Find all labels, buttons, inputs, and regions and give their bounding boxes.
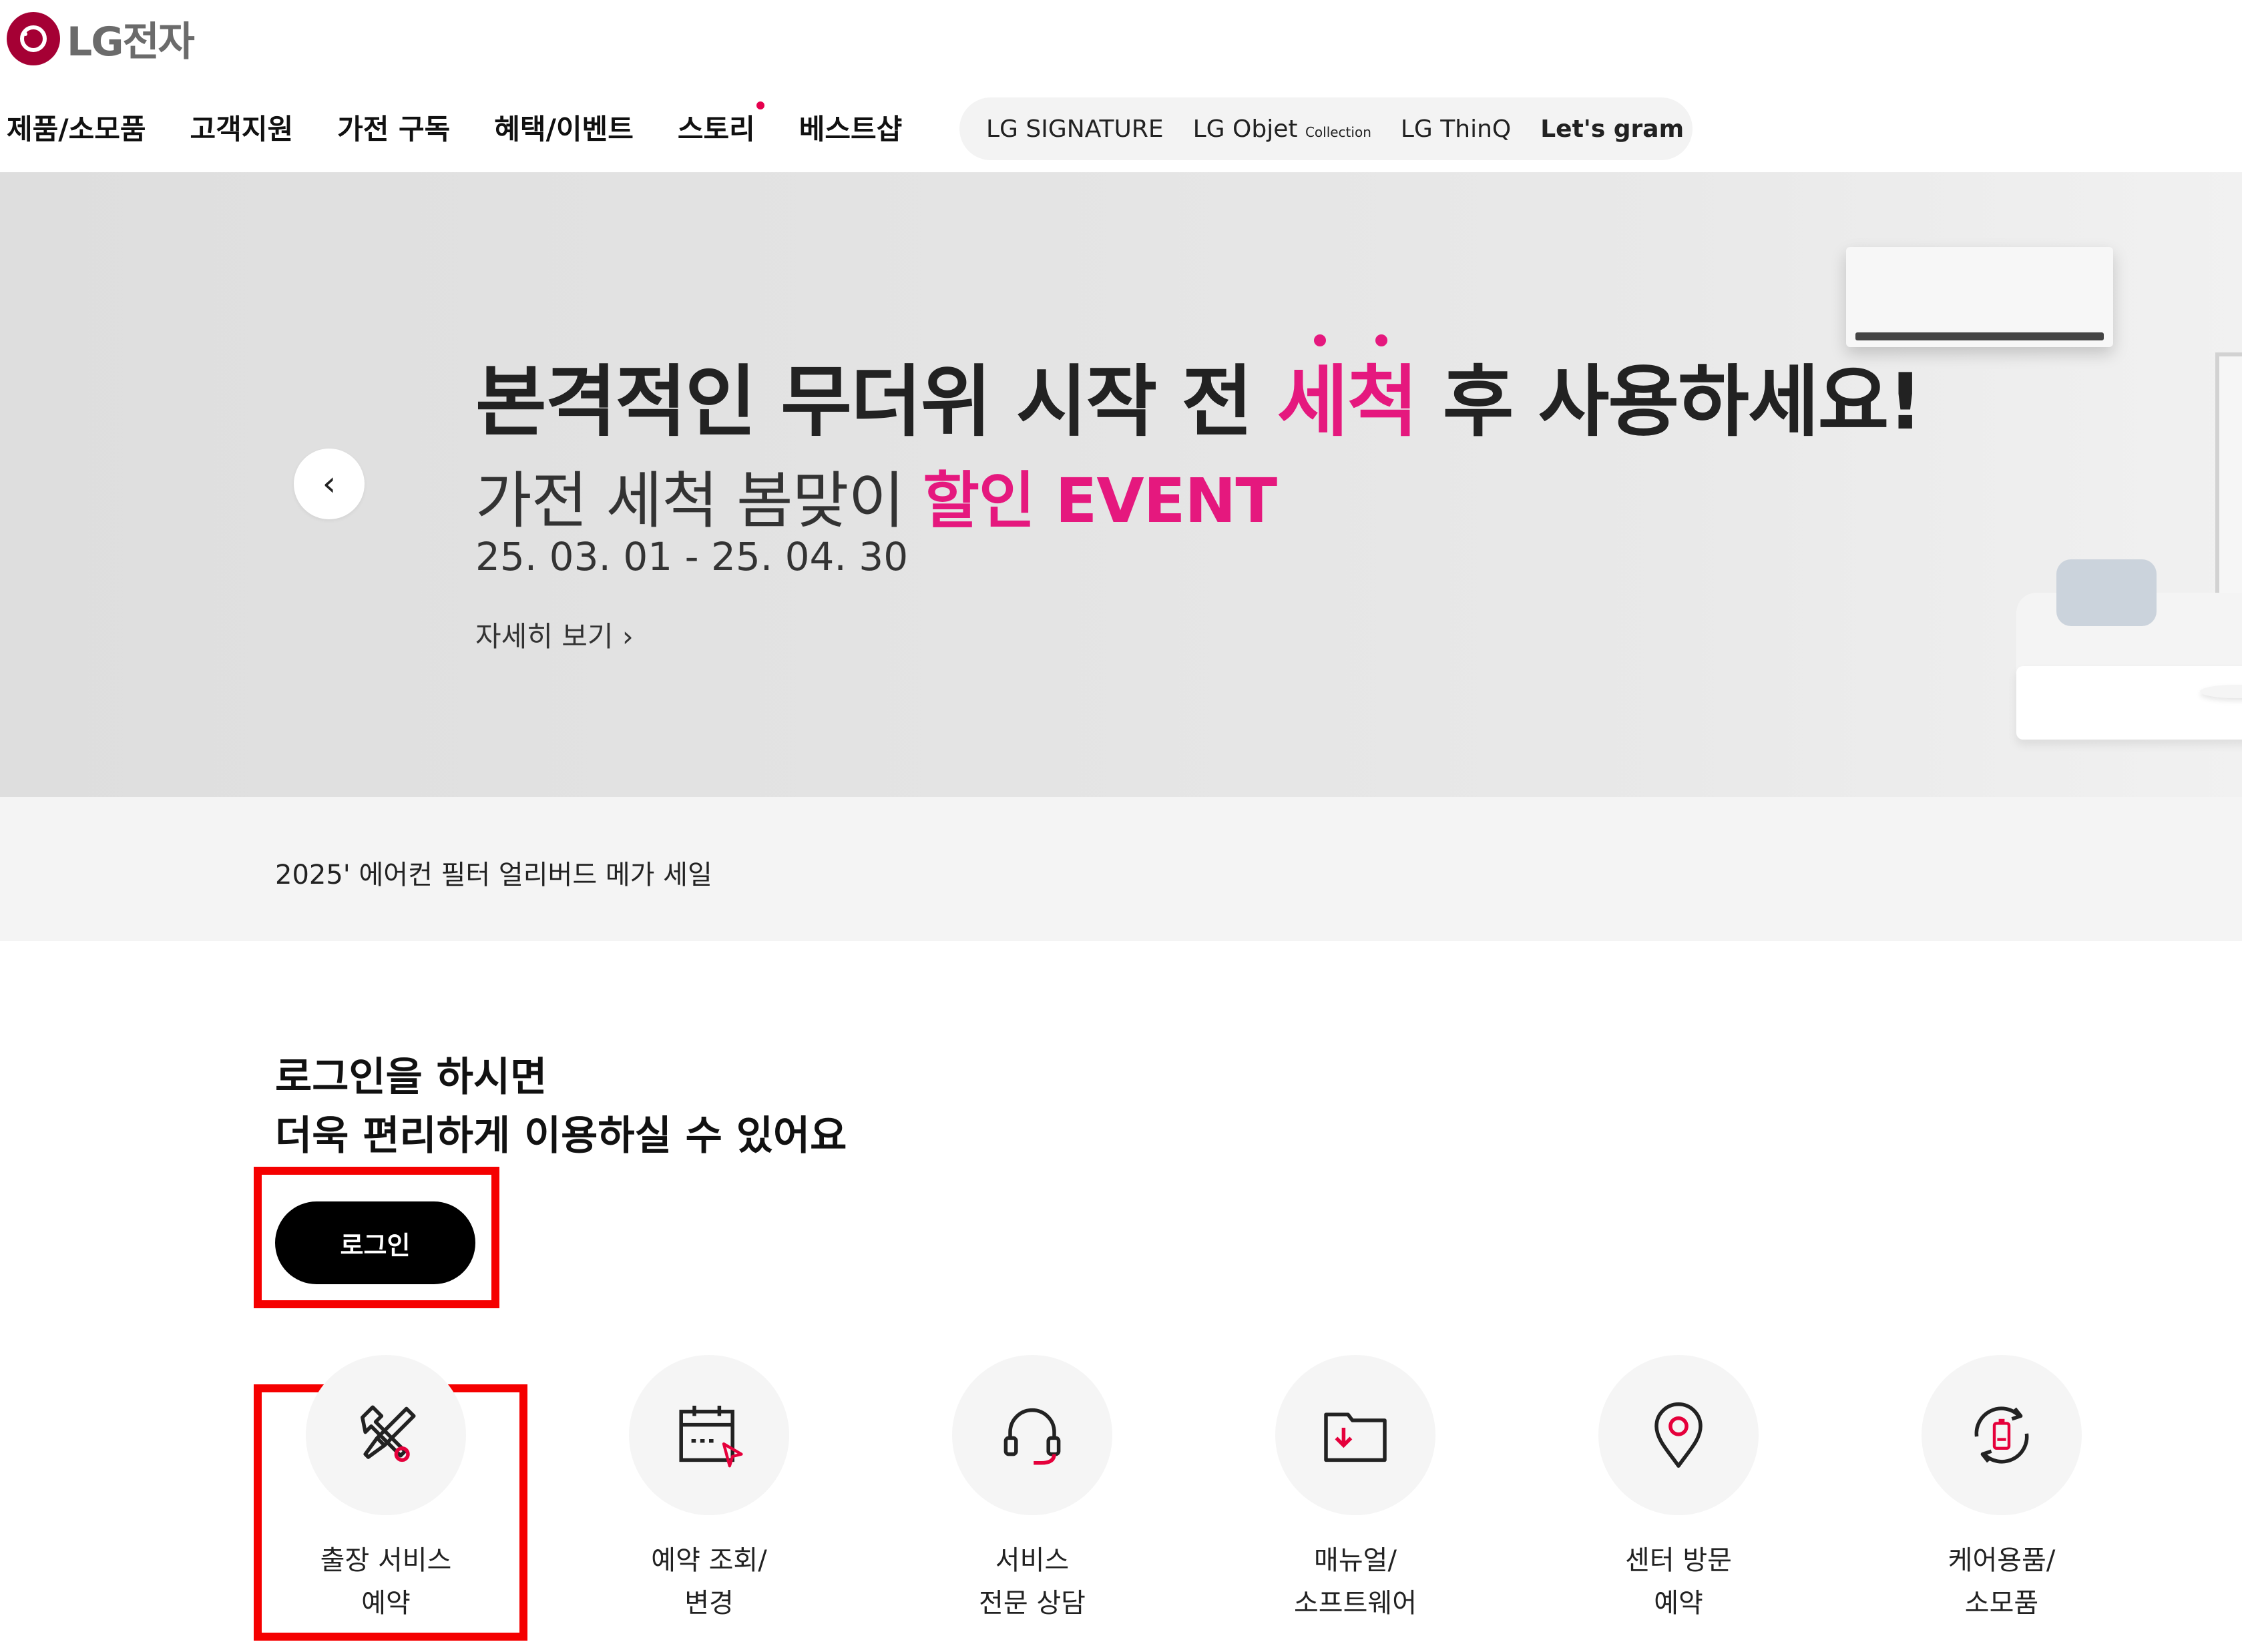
service-label-line1: 케어용품/ [1948, 1545, 2056, 1576]
service-visit-booking[interactable]: 출장 서비스 예약 [266, 1355, 506, 1625]
sofa-image [2016, 553, 2242, 773]
service-icon-circle [1598, 1355, 1759, 1515]
brand-objet-label: LG Objet [1192, 115, 1298, 143]
hero-more-link[interactable]: 자세히 보기 › [475, 614, 634, 655]
promo-text[interactable]: 2025' 에어컨 필터 얼리버드 메가 세일 [275, 853, 712, 892]
brand-objet-sub: Collection [1305, 123, 1371, 140]
service-label: 서비스 전문 상담 [912, 1539, 1152, 1625]
service-label-line1: 서비스 [995, 1545, 1070, 1576]
hero-title-accent: 세척 [1277, 334, 1418, 447]
chevron-left-icon: ‹ [322, 464, 337, 504]
hero-sub-accent: 할인 EVENT [923, 465, 1277, 537]
brand-gram[interactable]: Let's gram [1540, 115, 1684, 143]
nav-item-story[interactable]: 스토리 [677, 101, 764, 148]
service-label-line2: 전문 상담 [979, 1588, 1086, 1619]
folder-download-icon [1324, 1412, 1387, 1462]
service-label-line1: 출장 서비스 [320, 1545, 452, 1576]
service-expert-consult[interactable]: 서비스 전문 상담 [912, 1355, 1152, 1625]
service-label-line1: 센터 방문 [1625, 1545, 1732, 1576]
service-icon-circle [952, 1355, 1112, 1515]
service-label: 케어용품/ 소모품 [1881, 1539, 2122, 1625]
nav-item-benefits[interactable]: 혜택/이벤트 [494, 107, 634, 148]
tools-icon [361, 1405, 416, 1462]
service-center-visit[interactable]: 센터 방문 예약 [1558, 1355, 1799, 1625]
service-manual-software[interactable]: 매뉴얼/ 소프트웨어 [1235, 1355, 1476, 1625]
hero-subtitle: 가전 세척 봄맞이 할인 EVENT [475, 451, 1277, 540]
service-icon-circle [629, 1355, 789, 1515]
brand-links: LG SIGNATURE LG Objet Collection LG Thin… [959, 97, 1693, 160]
refresh-battery-icon [1974, 1406, 2029, 1464]
lg-logo[interactable]: LG전자 [7, 9, 195, 67]
logo-text: LG전자 [67, 19, 195, 65]
service-icon-circle [1275, 1355, 1435, 1515]
service-care-supplies[interactable]: 케어용품/ 소모품 [1881, 1355, 2122, 1625]
lg-logo-icon [7, 11, 60, 65]
login-heading-line1: 로그인을 하시면 [275, 1054, 547, 1101]
login-heading-line2: 더욱 편리하게 이용하실 수 있어요 [275, 1113, 847, 1159]
service-icon-circle [306, 1355, 466, 1515]
service-label-line1: 예약 조회/ [651, 1545, 767, 1576]
service-icon-circle [1922, 1355, 2082, 1515]
carousel-prev-button[interactable]: ‹ [294, 449, 365, 519]
nav-item-products[interactable]: 제품/소모품 [7, 107, 146, 148]
main-nav: 제품/소모품 고객지원 가전 구독 혜택/이벤트 스토리 베스트샵 [7, 101, 946, 148]
highlight-box-login [254, 1167, 499, 1308]
brand-objet[interactable]: LG Objet Collection [1193, 115, 1371, 143]
hero-title-pre: 본격적인 무더위 시작 전 [475, 357, 1277, 447]
hero-title-accent-text: 세척 [1277, 357, 1418, 447]
emphasis-dots-icon [1313, 334, 1387, 346]
air-conditioner-image [1846, 247, 2113, 347]
service-label: 매뉴얼/ 소프트웨어 [1235, 1539, 1476, 1625]
calendar-icon [679, 1406, 743, 1468]
nav-item-story-label: 스토리 [677, 113, 755, 146]
service-label-line2: 소모품 [1964, 1588, 2039, 1619]
service-label-line2: 예약 [361, 1588, 411, 1619]
brand-signature[interactable]: LG SIGNATURE [986, 115, 1164, 143]
login-heading: 로그인을 하시면 더욱 편리하게 이용하실 수 있어요 [275, 1048, 847, 1165]
service-label: 예약 조회/ 변경 [589, 1539, 829, 1625]
service-booking-lookup[interactable]: 예약 조회/ 변경 [589, 1355, 829, 1625]
service-label-line2: 예약 [1654, 1588, 1703, 1619]
new-dot-icon [756, 101, 764, 109]
service-label-line2: 소프트웨어 [1294, 1588, 1417, 1619]
promo-strip[interactable]: 2025' 에어컨 필터 얼리버드 메가 세일 [0, 797, 2242, 941]
hero-title-post: 후 사용하세요! [1417, 357, 1924, 447]
hero-date: 25. 03. 01 - 25. 04. 30 [475, 534, 909, 579]
service-label: 센터 방문 예약 [1558, 1539, 1799, 1625]
brand-thinq[interactable]: LG ThinQ [1401, 115, 1511, 143]
location-pin-icon [1654, 1402, 1703, 1468]
service-label-line1: 매뉴얼/ [1314, 1545, 1397, 1576]
headset-icon [1003, 1408, 1061, 1465]
hero-sub-pre: 가전 세척 봄맞이 [475, 465, 923, 537]
nav-item-support[interactable]: 고객지원 [190, 107, 294, 148]
nav-item-subscription[interactable]: 가전 구독 [337, 107, 450, 148]
service-label: 출장 서비스 예약 [266, 1539, 506, 1625]
hero-title: 본격적인 무더위 시작 전 세척 후 사용하세요! [475, 334, 1924, 451]
nav-item-bestshop[interactable]: 베스트샵 [799, 107, 903, 148]
service-label-line2: 변경 [684, 1588, 734, 1619]
